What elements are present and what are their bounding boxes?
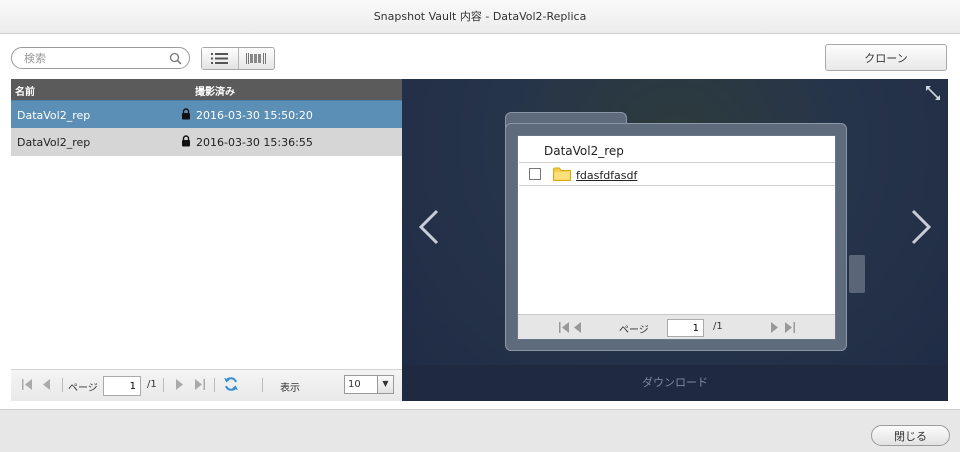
snapshot-preview: DataVol2_rep fdasfdfasdf ページ 1 /1 ダウンロード [402, 79, 948, 401]
list-pager: ページ /1 表示 10 ▼ [11, 369, 402, 401]
folder-link[interactable]: fdasfdfasdf [576, 169, 637, 182]
chevron-down-icon[interactable]: ▼ [377, 376, 393, 393]
previous-snapshot-icon[interactable] [417, 209, 441, 245]
stack-edge [849, 255, 865, 293]
per-page-select[interactable]: 10 ▼ [344, 375, 394, 394]
close-button[interactable]: 閉じる [871, 425, 950, 446]
preview-page-input[interactable] [667, 319, 704, 337]
list-view-button[interactable] [202, 48, 239, 69]
search-input[interactable] [24, 50, 164, 66]
folder-body: DataVol2_rep fdasfdfasdf ページ 1 /1 [505, 123, 847, 351]
display-label: 表示 [280, 383, 300, 394]
first-page-icon[interactable] [21, 379, 33, 390]
view-mode-toggle [201, 47, 275, 70]
list-item[interactable]: fdasfdfasdf [519, 162, 835, 186]
folder-icon [553, 167, 571, 181]
last-page-icon[interactable] [784, 322, 796, 333]
table-header: 名前 撮影済み [11, 79, 402, 100]
lock-icon [182, 108, 190, 120]
toolbar: クローン [0, 34, 960, 78]
table-row[interactable]: DataVol2_rep 2016-03-30 15:50:20 [11, 100, 402, 128]
snapshot-date: 2016-03-30 15:50:20 [196, 109, 313, 122]
folder-viewer: DataVol2_rep fdasfdfasdf ページ 1 /1 [505, 112, 847, 351]
refresh-icon[interactable] [223, 376, 239, 392]
dialog-footer: 閉じる [0, 409, 960, 452]
preview-pager: ページ /1 [518, 314, 835, 339]
page-total: /1 [713, 321, 723, 332]
search-box[interactable] [11, 47, 190, 69]
lock-icon [182, 135, 190, 147]
table-row[interactable]: DataVol2_rep 2016-03-30 15:36:55 [11, 128, 402, 156]
column-header-taken[interactable]: 撮影済み [195, 83, 235, 98]
page-number-input[interactable] [103, 376, 141, 396]
file-browser: DataVol2_rep fdasfdfasdf ページ 1 /1 [517, 135, 836, 340]
per-page-value: 10 [348, 379, 361, 390]
clone-button[interactable]: クローン [825, 44, 947, 71]
expand-icon[interactable] [925, 85, 941, 101]
window-title: Snapshot Vault 内容 - DataVol2-Replica [0, 0, 960, 34]
last-page-icon[interactable] [194, 379, 206, 390]
item-checkbox[interactable] [529, 168, 541, 180]
timeline-view-button[interactable] [239, 48, 275, 69]
snapshot-list: 名前 撮影済み DataVol2_rep 2016-03-30 15:50:20… [11, 79, 402, 401]
column-header-name[interactable]: 名前 [15, 83, 35, 98]
page-total: /1 [147, 379, 157, 390]
prev-page-icon[interactable] [574, 322, 582, 333]
timeline-view-icon [246, 53, 267, 64]
search-icon[interactable] [169, 52, 182, 65]
page-label: ページ [68, 383, 98, 394]
page-label: ページ [619, 325, 649, 336]
next-page-icon[interactable] [175, 379, 183, 390]
list-view-icon [211, 53, 229, 64]
next-page-icon[interactable] [770, 322, 778, 333]
download-button[interactable]: ダウンロード [402, 365, 948, 401]
folder-title: DataVol2_rep [544, 144, 624, 158]
next-snapshot-icon[interactable] [909, 209, 933, 245]
snapshot-date: 2016-03-30 15:36:55 [196, 136, 313, 149]
prev-page-icon[interactable] [43, 379, 51, 390]
snapshot-name: DataVol2_rep [17, 136, 91, 149]
first-page-icon[interactable] [558, 322, 570, 333]
snapshot-name: DataVol2_rep [17, 109, 91, 122]
